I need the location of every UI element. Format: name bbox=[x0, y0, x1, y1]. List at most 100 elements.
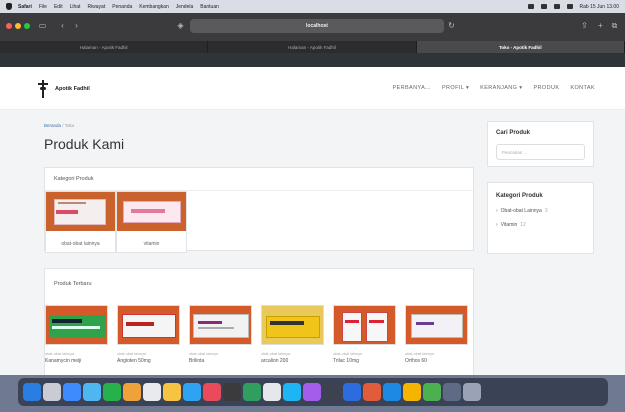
status-icon[interactable] bbox=[527, 4, 534, 9]
product-name[interactable]: Brilinta bbox=[189, 358, 252, 364]
menu-riwayat[interactable]: Riwayat bbox=[87, 4, 105, 10]
sidebar-category-vitamin[interactable]: › Vitamin 12 bbox=[496, 222, 585, 228]
product-category: obat-obat lainnya bbox=[405, 352, 435, 356]
menubar-clock[interactable]: Rab 15 Jun 13.00 bbox=[580, 4, 619, 10]
launchpad-icon[interactable] bbox=[43, 383, 61, 401]
nav-perbanyak[interactable]: PERBANYA... bbox=[392, 85, 431, 91]
site-name: Apotik Fadhil bbox=[55, 86, 90, 92]
nav-kontak[interactable]: KONTAK bbox=[570, 85, 595, 91]
search-icon[interactable] bbox=[553, 4, 560, 9]
menu-edit[interactable]: Edit bbox=[54, 4, 63, 10]
product-search-input[interactable]: Pencarian ... bbox=[496, 144, 585, 160]
xcode-icon[interactable] bbox=[343, 383, 361, 401]
sidebar-category-label: Vitamin bbox=[500, 222, 518, 228]
product-card[interactable]: obat-obat lainnya Angioten 50mg bbox=[117, 305, 180, 365]
notes-icon[interactable] bbox=[123, 383, 141, 401]
browser-toolbar: ▭ ‹ › ◈ localhost ↻ ⇪ + ⧉ bbox=[0, 13, 625, 41]
appstore-icon[interactable] bbox=[283, 383, 301, 401]
product-name[interactable]: Kanamycin meiji bbox=[45, 358, 108, 364]
downloads-icon[interactable] bbox=[443, 383, 461, 401]
tab-halaman-2[interactable]: Halaman - Apotik Fadhil bbox=[208, 41, 417, 53]
terminal-icon[interactable] bbox=[223, 383, 241, 401]
product-name[interactable]: Orthos 60 bbox=[405, 358, 468, 364]
product-card[interactable]: obat-obat lainnya Trilac 10mg bbox=[333, 305, 396, 365]
tab-halaman-1[interactable]: Halaman - Apotik Fadhil bbox=[0, 41, 209, 53]
category-label: vitamin bbox=[143, 241, 160, 247]
settings-icon[interactable] bbox=[323, 383, 341, 401]
numbers-icon[interactable] bbox=[243, 383, 261, 401]
close-window-button[interactable] bbox=[6, 23, 12, 29]
site-logo[interactable]: Apotik Fadhil bbox=[37, 80, 90, 98]
sidebar-toggle-icon[interactable]: ▭ bbox=[38, 21, 47, 30]
menu-file[interactable]: File bbox=[39, 4, 47, 10]
finder-icon[interactable] bbox=[23, 383, 41, 401]
textedit-icon[interactable] bbox=[263, 383, 281, 401]
trash-icon[interactable] bbox=[463, 383, 481, 401]
menu-jendela[interactable]: Jendela bbox=[176, 4, 194, 10]
music-icon[interactable] bbox=[203, 383, 221, 401]
latest-products-heading: Produk Terbaru bbox=[54, 281, 92, 287]
breadcrumb-home[interactable]: Beranda bbox=[44, 123, 61, 128]
photos-icon[interactable] bbox=[163, 383, 181, 401]
chevron-right-icon: › bbox=[496, 208, 498, 214]
category-image-vitamin bbox=[117, 192, 186, 231]
calendar-icon[interactable] bbox=[143, 383, 161, 401]
product-image bbox=[405, 305, 468, 345]
product-category: obat-obat lainnya bbox=[45, 352, 75, 356]
apple-icon[interactable] bbox=[6, 3, 12, 10]
site-header: Apotik Fadhil PERBANYA... PROFIL ▾ KERAN… bbox=[0, 67, 625, 110]
nav-produk[interactable]: PRODUK bbox=[533, 85, 559, 91]
category-card-obat[interactable]: obat-obat lainnya bbox=[45, 191, 116, 253]
vscode-icon[interactable] bbox=[383, 383, 401, 401]
forward-icon[interactable]: › bbox=[72, 21, 81, 30]
sidebar-category-obat[interactable]: › Obat-obat Lainnya 3 bbox=[496, 208, 585, 214]
product-category: obat-obat lainnya bbox=[117, 352, 147, 356]
breadcrumb: Beranda / Toko bbox=[44, 123, 74, 128]
menu-bantuan[interactable]: Bantuan bbox=[200, 4, 219, 10]
product-category: obat-obat lainnya bbox=[261, 352, 291, 356]
app-icon[interactable] bbox=[363, 383, 381, 401]
nav-profil[interactable]: PROFIL ▾ bbox=[442, 85, 469, 91]
product-card[interactable]: obat-obat lainnya Orthos 60 bbox=[405, 305, 468, 365]
reload-icon[interactable]: ↻ bbox=[447, 21, 456, 30]
new-tab-icon[interactable]: + bbox=[596, 21, 605, 30]
category-widget: Kategori Produk › Obat-obat Lainnya 3 › … bbox=[487, 182, 594, 254]
product-card[interactable]: obat-obat lainnya Brilinta bbox=[189, 305, 252, 365]
facetime-icon[interactable] bbox=[183, 383, 201, 401]
chrome-icon[interactable] bbox=[403, 383, 421, 401]
product-card[interactable]: obat-obat lainnya arcalion 200 bbox=[261, 305, 324, 365]
wifi-icon[interactable] bbox=[540, 4, 547, 9]
safari-icon[interactable] bbox=[63, 383, 81, 401]
mail-icon[interactable] bbox=[83, 383, 101, 401]
menu-penanda[interactable]: Penanda bbox=[112, 4, 132, 10]
messages-icon[interactable] bbox=[103, 383, 121, 401]
sidebar-category-count: 12 bbox=[520, 222, 526, 228]
menu-safari[interactable]: Safari bbox=[18, 4, 32, 10]
control-center-icon[interactable] bbox=[566, 4, 573, 9]
breadcrumb-current: Toko bbox=[64, 123, 75, 128]
address-bar[interactable]: localhost bbox=[190, 19, 444, 33]
search-placeholder: Pencarian ... bbox=[502, 149, 528, 155]
shield-icon[interactable]: ◈ bbox=[176, 21, 185, 30]
category-label: obat-obat lainnya bbox=[61, 241, 100, 247]
menu-lihat[interactable]: Lihat bbox=[70, 4, 81, 10]
tab-toko[interactable]: Toko - Apotik Fadhil bbox=[416, 41, 625, 53]
product-image bbox=[117, 305, 180, 345]
app2-icon[interactable] bbox=[423, 383, 441, 401]
category-card-vitamin[interactable]: vitamin bbox=[116, 191, 187, 253]
podcasts-icon[interactable] bbox=[303, 383, 321, 401]
search-widget: Cari Produk Pencarian ... bbox=[487, 121, 594, 167]
address-text: localhost bbox=[306, 23, 328, 29]
product-name[interactable]: arcalion 200 bbox=[261, 358, 324, 364]
menu-kembangkan[interactable]: Kembangkan bbox=[139, 4, 168, 10]
minimize-window-button[interactable] bbox=[15, 23, 21, 29]
tab-overview-icon[interactable]: ⧉ bbox=[610, 21, 619, 30]
nav-keranjang[interactable]: KERANJANG ▾ bbox=[480, 85, 522, 91]
product-name[interactable]: Trilac 10mg bbox=[333, 358, 396, 364]
zoom-window-button[interactable] bbox=[24, 23, 30, 29]
product-name[interactable]: Angioten 50mg bbox=[117, 358, 180, 364]
back-icon[interactable]: ‹ bbox=[58, 21, 67, 30]
product-category: obat-obat lainnya bbox=[333, 352, 363, 356]
share-icon[interactable]: ⇪ bbox=[580, 21, 589, 30]
product-card[interactable]: obat-obat lainnya Kanamycin meiji bbox=[45, 305, 108, 365]
